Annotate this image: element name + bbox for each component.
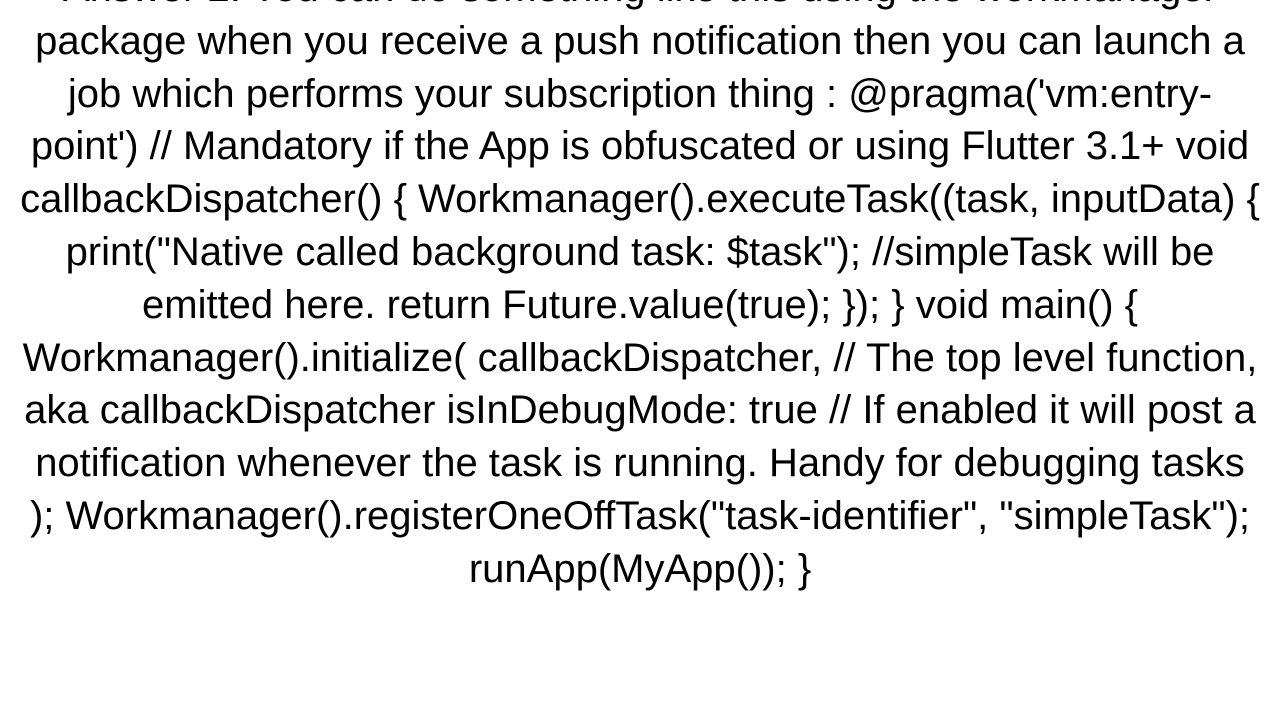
answer-text-block: Answer 2: You can do something like this… [10, 0, 1270, 596]
answer-body: Answer 2: You can do something like this… [20, 0, 1260, 591]
